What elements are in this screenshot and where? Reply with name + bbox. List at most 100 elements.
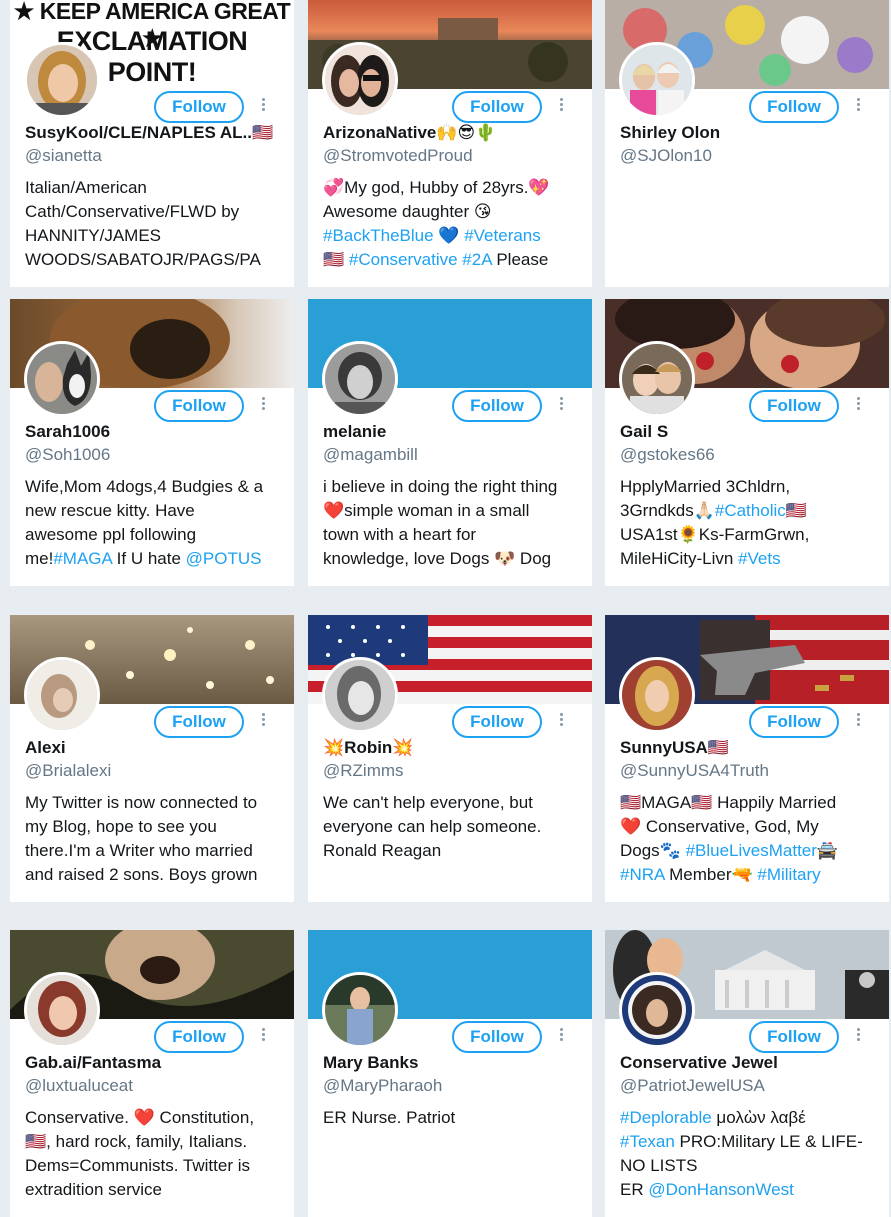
hashtag-link[interactable]: #Veterans [464, 226, 541, 245]
mention-link[interactable]: @POTUS [186, 549, 262, 568]
user-handle[interactable]: @StromvotedProud [323, 146, 585, 166]
display-name[interactable]: Gab.ai/Fantasma [25, 1053, 287, 1073]
avatar[interactable] [619, 42, 695, 118]
bio-text: HpplyMarried 3Chldrn, [620, 477, 791, 496]
hashtag-link[interactable]: #2A [462, 250, 491, 269]
avatar[interactable] [24, 42, 100, 118]
avatar[interactable] [322, 657, 398, 733]
hashtag-link[interactable]: #BackTheBlue [323, 226, 434, 245]
user-card[interactable]: Follow Mary Banks @MaryPharaoh ER Nurse.… [308, 930, 592, 1217]
follow-button[interactable]: Follow [452, 1021, 542, 1053]
hashtag-link[interactable]: #MAGA [53, 549, 112, 568]
hashtag-link[interactable]: #Conservative [349, 250, 458, 269]
display-name[interactable]: Conservative Jewel [620, 1053, 882, 1073]
user-bio: 💞My god, Hubby of 28yrs.💖 Awesome daughte… [323, 176, 581, 272]
follow-button[interactable]: Follow [154, 1021, 244, 1053]
display-name[interactable]: ArizonaNative🙌😎🌵 [323, 123, 585, 143]
avatar[interactable] [24, 657, 100, 733]
follow-button[interactable]: Follow [452, 390, 542, 422]
bio-text: 🇺🇸 [785, 501, 807, 520]
user-card[interactable]: Follow Sarah1006 @Soh1006 Wife,Mom 4dogs… [10, 299, 294, 586]
bio-line: Ronald Reagan [323, 841, 442, 860]
more-options-icon[interactable] [258, 96, 268, 116]
user-handle[interactable]: @Soh1006 [25, 445, 287, 465]
display-name[interactable]: melanie [323, 422, 585, 442]
bio-text: town with a heart for [323, 525, 477, 544]
more-options-icon[interactable] [258, 1026, 268, 1046]
avatar[interactable] [619, 972, 695, 1048]
hashtag-link[interactable]: #Texan [620, 1132, 675, 1151]
bio-text: If U hate [111, 549, 186, 568]
user-handle[interactable]: @magambill [323, 445, 585, 465]
user-card[interactable]: Follow 💥Robin💥 @RZimms We can't help eve… [308, 615, 592, 902]
mention-link[interactable]: @DonHansonWest [648, 1180, 793, 1199]
display-name[interactable]: SusyKool/CLE/NAPLES AL..🇺🇸 [25, 123, 287, 143]
more-options-icon[interactable] [556, 711, 566, 731]
bio-line: 💞My god, Hubby of 28yrs.💖 [323, 176, 581, 200]
user-handle[interactable]: @PatriotJewelUSA [620, 1076, 882, 1096]
user-handle[interactable]: @RZimms [323, 761, 585, 781]
user-handle[interactable]: @SJOlon10 [620, 146, 882, 166]
display-name[interactable]: SunnyUSA🇺🇸 [620, 738, 882, 758]
user-card[interactable]: Follow Conservative Jewel @PatriotJewelU… [605, 930, 889, 1217]
more-options-icon[interactable] [853, 395, 863, 415]
follow-button[interactable]: Follow [154, 390, 244, 422]
user-card[interactable]: Follow Gab.ai/Fantasma @luxtualuceat Con… [10, 930, 294, 1217]
more-options-icon[interactable] [853, 711, 863, 731]
avatar[interactable] [322, 972, 398, 1048]
follow-button[interactable]: Follow [452, 706, 542, 738]
user-card[interactable]: Follow melanie @magambill i believe in d… [308, 299, 592, 586]
more-options-icon[interactable] [556, 395, 566, 415]
more-options-icon[interactable] [556, 96, 566, 116]
follow-button[interactable]: Follow [749, 1021, 839, 1053]
bio-line: Conservative. ❤️ Constitution, [25, 1108, 255, 1127]
display-name[interactable]: 💥Robin💥 [323, 738, 585, 758]
avatar[interactable] [619, 341, 695, 417]
user-card[interactable]: Follow Gail S @gstokes66 HpplyMarried 3C… [605, 299, 889, 586]
avatar[interactable] [322, 341, 398, 417]
user-bio: ER Nurse. Patriot [323, 1106, 581, 1202]
display-name[interactable]: Mary Banks [323, 1053, 585, 1073]
hashtag-link[interactable]: #Catholic [715, 501, 786, 520]
follow-button[interactable]: Follow [154, 91, 244, 123]
user-handle[interactable]: @MaryPharaoh [323, 1076, 585, 1096]
user-handle[interactable]: @luxtualuceat [25, 1076, 287, 1096]
follow-button[interactable]: Follow [452, 91, 542, 123]
avatar[interactable] [24, 341, 100, 417]
user-handle[interactable]: @SunnyUSA4Truth [620, 761, 882, 781]
more-options-icon[interactable] [853, 1026, 863, 1046]
user-card[interactable]: Follow SunnyUSA🇺🇸 @SunnyUSA4Truth 🇺🇸MAGA… [605, 615, 889, 902]
bio-text: knowledge, love Dogs 🐶 Dog [323, 549, 552, 568]
display-name[interactable]: Gail S [620, 422, 882, 442]
user-card[interactable]: Follow Shirley Olon @SJOlon10 [605, 0, 889, 287]
hashtag-link[interactable]: #BlueLivesMatter [686, 841, 817, 860]
avatar[interactable] [322, 42, 398, 118]
bio-text: 💞My god, Hubby of 28yrs.💖 [323, 178, 550, 197]
follow-button[interactable]: Follow [749, 91, 839, 123]
display-name[interactable]: Shirley Olon [620, 123, 882, 143]
user-card[interactable]: ★ KEEP AMERICA GREAT ★ EXCLAMATION POINT… [10, 0, 294, 287]
avatar[interactable] [24, 972, 100, 1048]
user-card[interactable]: Follow ArizonaNative🙌😎🌵 @StromvotedProud… [308, 0, 592, 287]
hashtag-link[interactable]: #NRA [620, 865, 664, 884]
follow-button[interactable]: Follow [154, 706, 244, 738]
user-handle[interactable]: @Brialalexi [25, 761, 287, 781]
display-name[interactable]: Alexi [25, 738, 287, 758]
more-options-icon[interactable] [556, 1026, 566, 1046]
hashtag-link[interactable]: #Military [757, 865, 820, 884]
user-handle[interactable]: @gstokes66 [620, 445, 882, 465]
bio-line: MileHiCity-Livn #Vets [620, 547, 878, 571]
user-bio [620, 176, 878, 272]
more-options-icon[interactable] [853, 96, 863, 116]
avatar[interactable] [619, 657, 695, 733]
more-options-icon[interactable] [258, 711, 268, 731]
hashtag-link[interactable]: #Deplorable [620, 1108, 712, 1127]
user-card[interactable]: Follow Alexi @Brialalexi My Twitter is n… [10, 615, 294, 902]
follow-button[interactable]: Follow [749, 390, 839, 422]
hashtag-link[interactable]: #Vets [738, 549, 781, 568]
user-handle[interactable]: @sianetta [25, 146, 287, 166]
display-name[interactable]: Sarah1006 [25, 422, 287, 442]
follow-button[interactable]: Follow [749, 706, 839, 738]
more-options-icon[interactable] [258, 395, 268, 415]
user-bio: Italian/American Cath/Conservative/FLWD b… [25, 176, 283, 272]
